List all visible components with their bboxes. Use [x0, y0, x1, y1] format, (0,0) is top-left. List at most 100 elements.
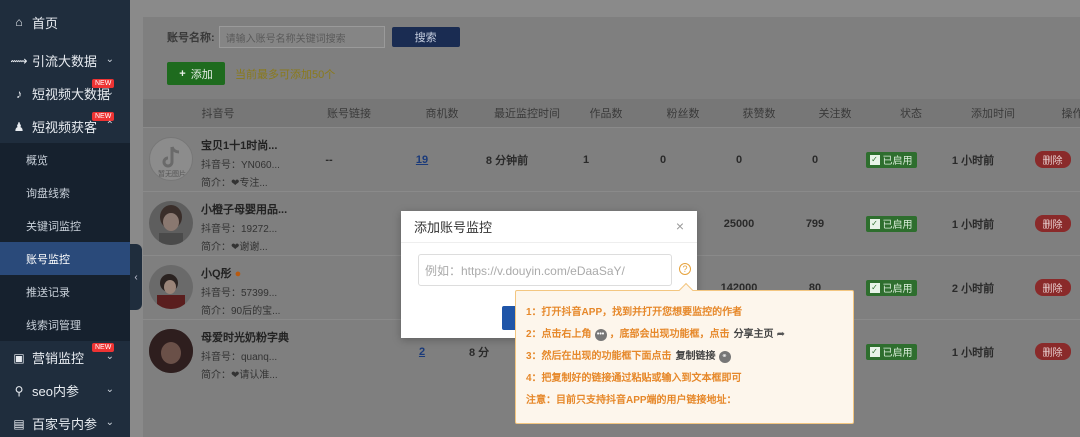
sidebar-item-baijia[interactable]: ▤ 百家号内参 ⌄ [0, 407, 130, 437]
chevron-down-icon: ⌄ [105, 417, 114, 428]
sidebar-subitem-push-records[interactable]: 推送记录 [0, 275, 130, 308]
sidebar-subitem-inquiry-leads[interactable]: 询盘线索 [0, 176, 130, 209]
account-cell: 小Q彤 ● 抖音号：57399... 简介：90后的宝... [143, 256, 280, 320]
delete-button[interactable]: 删除 [1034, 151, 1071, 168]
avatar-image [159, 204, 183, 245]
account-name: 母爱时光奶粉字典 [201, 331, 289, 344]
avatar: 暂无图片 [149, 136, 193, 181]
avatar-image [149, 328, 193, 373]
account-bio: 简介：❤请认准... [201, 369, 278, 381]
pulse-icon: ⟿ [10, 53, 28, 68]
sidebar-item-traffic-data[interactable]: ⟿ 引流大数据 ⌄ [0, 44, 130, 77]
col-header: 粉丝数 [666, 108, 700, 120]
status-label: 已启用 [882, 220, 913, 231]
help-icon[interactable]: ? [679, 263, 691, 275]
sidebar-item-label: 百家号内参 [32, 417, 98, 432]
status-badge[interactable]: ✓ 已启用 [865, 279, 917, 296]
added-time: 1 小时前 [951, 154, 995, 167]
sidebar-item-label: 短视频获客 [32, 120, 98, 135]
share-arrow-icon: ➦ [776, 329, 785, 340]
account-name: 小Q彤 ● [201, 265, 241, 281]
search-input[interactable]: 请输入账号名称关键词搜索 [218, 26, 385, 48]
delete-button[interactable]: 删除 [1034, 215, 1071, 232]
chevron-down-icon: ⌄ [105, 384, 114, 395]
add-limit-tip: 当前最多可添加50个 [235, 68, 336, 81]
action-cell: 删除 [1025, 279, 1080, 296]
col-header: 添加时间 [971, 108, 1015, 120]
sidebar-item-video-data[interactable]: ♪ 短视频大数据 NEW ⌄ [0, 77, 130, 110]
douyin-link-input[interactable]: 例如：https://v.douyin.com/eDaaSaY/ [418, 254, 672, 286]
sidebar: ⌂ 首页 ⟿ 引流大数据 ⌄ ♪ 短视频大数据 NEW ⌄ ♟ 短视频获客 NE… [0, 0, 130, 437]
tooltip-step-3-copy: 复制链接 [675, 351, 716, 362]
sidebar-subitem-overview[interactable]: 概览 [0, 143, 130, 176]
avatar-image [157, 273, 185, 309]
chevron-left-icon: ‹ [134, 271, 138, 283]
emoji-icon: ● [231, 267, 242, 280]
account-cell: 母爱时光奶粉字典 抖音号：quanq... 简介：❤请认准... [143, 320, 289, 384]
status-cell: ✓ 已启用 [861, 343, 921, 360]
tooltip-step-4-text: 4：把复制好的链接通过粘贴或输入到文本框即可 [526, 373, 742, 384]
sidebar-item-video-leads[interactable]: ♟ 短视频获客 NEW ⌃ [0, 110, 130, 143]
status-badge[interactable]: ✓ 已启用 [865, 215, 917, 232]
check-icon: ✓ [869, 154, 880, 165]
sidebar-subitem-leadword-manage[interactable]: 线索词管理 [0, 308, 130, 341]
tooltip-step-3: 3：然后在出现的功能框下面点击 复制链接 ⚭ [526, 346, 853, 368]
status-badge[interactable]: ✓ 已启用 [865, 343, 917, 360]
follows-count: 799 [805, 217, 825, 230]
delete-button[interactable]: 删除 [1034, 279, 1071, 296]
sidebar-item-marketing-monitor[interactable]: ▣ 营销监控 NEW ⌄ [0, 341, 130, 374]
leads-link[interactable]: 19 [416, 154, 428, 166]
added-time: 2 小时前 [951, 282, 995, 295]
tooltip-step-2-text-a: 2：点击右上角 [526, 329, 592, 340]
col-header: 获赞数 [742, 108, 776, 120]
leads-count: 19 [385, 154, 459, 166]
follows-count: 0 [811, 153, 819, 166]
action-cell: 删除 [1025, 151, 1080, 168]
tooltip-step-2-text-b: ，底部会出现功能框，点击 [609, 329, 730, 340]
delete-button[interactable]: 删除 [1034, 343, 1071, 360]
sidebar-subitem-label: 线索词管理 [26, 319, 81, 332]
status-label: 已启用 [882, 348, 913, 359]
added-time: 1 小时前 [951, 346, 995, 359]
add-button[interactable]: + 添加 [167, 62, 225, 85]
sidebar-collapse-toggle[interactable]: ‹ [130, 244, 142, 310]
sidebar-subitem-label: 询盘线索 [26, 187, 70, 200]
douyin-id: 抖音号：YN060... [201, 159, 280, 171]
sidebar-item-home[interactable]: ⌂ 首页 [0, 0, 130, 44]
link-icon: ⚭ [718, 351, 731, 363]
home-icon: ⌂ [15, 15, 23, 29]
monitor-icon: ▣ [13, 350, 25, 365]
col-header: 账号链接 [327, 108, 371, 120]
search-button[interactable]: 搜索 [391, 27, 460, 47]
status-badge[interactable]: ✓ 已启用 [865, 151, 917, 168]
table-header: 抖音号 账号链接 商机数 最近监控时间 作品数 粉丝数 获赞数 关注数 状态 添… [143, 99, 1080, 127]
status-label: 已启用 [882, 284, 913, 295]
avatar-placeholder-text: 暂无图片 [158, 170, 186, 178]
leads-link[interactable]: 2 [419, 346, 425, 358]
account-bio: 简介：90后的宝... [201, 305, 281, 317]
col-header: 关注数 [818, 108, 852, 120]
col-header: 最近监控时间 [494, 108, 560, 120]
added-time: 1 小时前 [951, 218, 995, 231]
col-header: 状态 [900, 108, 922, 120]
tooltip-step-2-share: 分享主页 [733, 329, 774, 340]
sidebar-subitem-keyword-monitor[interactable]: 关键词监控 [0, 209, 130, 242]
douyin-id: 抖音号：57399... [201, 287, 278, 299]
sidebar-item-label: 引流大数据 [32, 54, 98, 69]
table-row: 暂无图片 宝贝1十1时尚... 抖音号：YN060... 简介：❤专注... -… [143, 127, 1080, 191]
status-cell: ✓ 已启用 [861, 215, 921, 232]
sidebar-subitem-account-monitor[interactable]: 账号监控 [0, 242, 130, 275]
chevron-down-icon: ⌄ [105, 87, 114, 98]
avatar [149, 264, 193, 309]
account-bio: 简介：❤谢谢... [201, 241, 268, 253]
close-icon[interactable]: × [676, 218, 684, 234]
tiktok-icon: ♪ [16, 86, 22, 101]
sidebar-subitem-label: 账号监控 [26, 253, 70, 266]
chevron-up-icon: ⌃ [105, 120, 114, 131]
check-icon: ✓ [869, 346, 880, 357]
avatar [149, 200, 193, 245]
sidebar-item-seo[interactable]: ⚲ seo内参 ⌄ [0, 374, 130, 407]
action-cell: 删除 [1025, 215, 1080, 232]
sidebar-subitem-label: 推送记录 [26, 286, 70, 299]
col-header: 作品数 [589, 108, 623, 120]
